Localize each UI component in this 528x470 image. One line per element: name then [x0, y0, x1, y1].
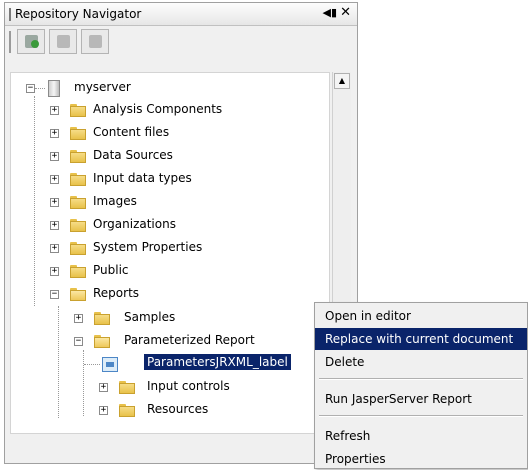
close-icon[interactable]: ✕ [340, 5, 351, 20]
tree-node-label: Parameterized Report [124, 333, 255, 347]
menu-item-label: Replace with current document [325, 332, 514, 346]
open-folder-icon [70, 288, 86, 301]
tree-node-label: Samples [124, 310, 176, 324]
menu-item-label: Open in editor [325, 309, 411, 323]
folder-icon [70, 150, 86, 163]
folder-icon [119, 404, 135, 417]
collapse-icon[interactable]: − [26, 84, 35, 93]
scroll-up-icon[interactable]: ▲ [334, 73, 350, 89]
menu-item-open-in-editor[interactable]: Open in editor [315, 305, 527, 327]
tree-node-label: Public [93, 263, 129, 277]
expand-icon[interactable]: + [99, 406, 108, 415]
expand-icon[interactable]: + [50, 152, 59, 161]
tree-node-label-selected: ParametersJRXML_label [144, 354, 291, 370]
folder-icon [70, 196, 86, 209]
collapse-icon[interactable]: − [50, 290, 59, 299]
menu-item-replace-with-current-document[interactable]: Replace with current document [315, 328, 527, 350]
delete-server-icon [89, 35, 102, 48]
expand-icon[interactable]: + [74, 314, 83, 323]
folder-icon [70, 127, 86, 140]
tree-node-label: Input controls [147, 379, 230, 393]
tree-node-label: Resources [147, 402, 209, 416]
toolbar-grip [9, 31, 11, 53]
menu-item-label: Refresh [325, 429, 371, 443]
toolbar [5, 26, 357, 56]
expand-icon[interactable]: + [50, 129, 59, 138]
context-menu: Open in editor Replace with current docu… [314, 302, 528, 469]
plus-badge-icon [31, 40, 39, 48]
menu-separator [319, 378, 523, 380]
folder-icon [70, 173, 86, 186]
server-icon [48, 80, 60, 97]
tree-line [58, 306, 59, 418]
expand-icon[interactable]: + [50, 267, 59, 276]
expand-icon[interactable]: + [50, 175, 59, 184]
jrxml-report-icon [102, 357, 118, 372]
folder-icon [70, 242, 86, 255]
expand-icon[interactable]: + [50, 198, 59, 207]
panel-title: Repository Navigator [15, 7, 142, 21]
tree-node-label: Reports [93, 286, 140, 300]
folder-icon [119, 381, 135, 394]
tree-line [34, 96, 35, 306]
folder-icon [70, 265, 86, 278]
tree-node-label: myserver [74, 80, 131, 94]
title-grip [9, 8, 11, 21]
menu-item-run-jasperserver-report[interactable]: Run JasperServer Report [315, 388, 527, 410]
add-server-button[interactable] [17, 29, 45, 54]
menu-separator [319, 415, 523, 417]
delete-server-button[interactable] [81, 29, 109, 54]
pin-icon[interactable]: ◀▮ [322, 6, 337, 19]
tree-line [83, 350, 84, 416]
menu-item-label: Run JasperServer Report [325, 392, 472, 406]
tree-node-label: Data Sources [93, 148, 173, 162]
menu-item-label: Properties [325, 452, 386, 466]
folder-icon [70, 219, 86, 232]
tree-line [84, 364, 100, 365]
expand-icon[interactable]: + [50, 106, 59, 115]
expand-icon[interactable]: + [99, 383, 108, 392]
edit-server-icon [57, 35, 70, 48]
menu-item-refresh[interactable]: Refresh [315, 425, 527, 447]
collapse-icon[interactable]: − [74, 337, 83, 346]
tree-node-label: Input data types [93, 171, 192, 185]
tree-node-label: System Properties [93, 240, 203, 254]
menu-item-label: Delete [325, 355, 365, 369]
expand-icon[interactable]: + [50, 221, 59, 230]
tree-line [35, 88, 45, 89]
tree-node-label: Content files [93, 125, 170, 139]
tree-node-label: Organizations [93, 217, 176, 231]
expand-icon[interactable]: + [50, 244, 59, 253]
tree-node-label: Analysis Components [93, 102, 223, 116]
menu-item-delete[interactable]: Delete [315, 351, 527, 373]
folder-icon [94, 312, 110, 325]
panel-titlebar: Repository Navigator ◀▮ ✕ [5, 3, 357, 26]
open-folder-icon [94, 335, 110, 348]
edit-server-button[interactable] [49, 29, 77, 54]
folder-icon [70, 104, 86, 117]
tree-node-label: Images [93, 194, 137, 208]
menu-item-properties[interactable]: Properties [315, 448, 527, 470]
